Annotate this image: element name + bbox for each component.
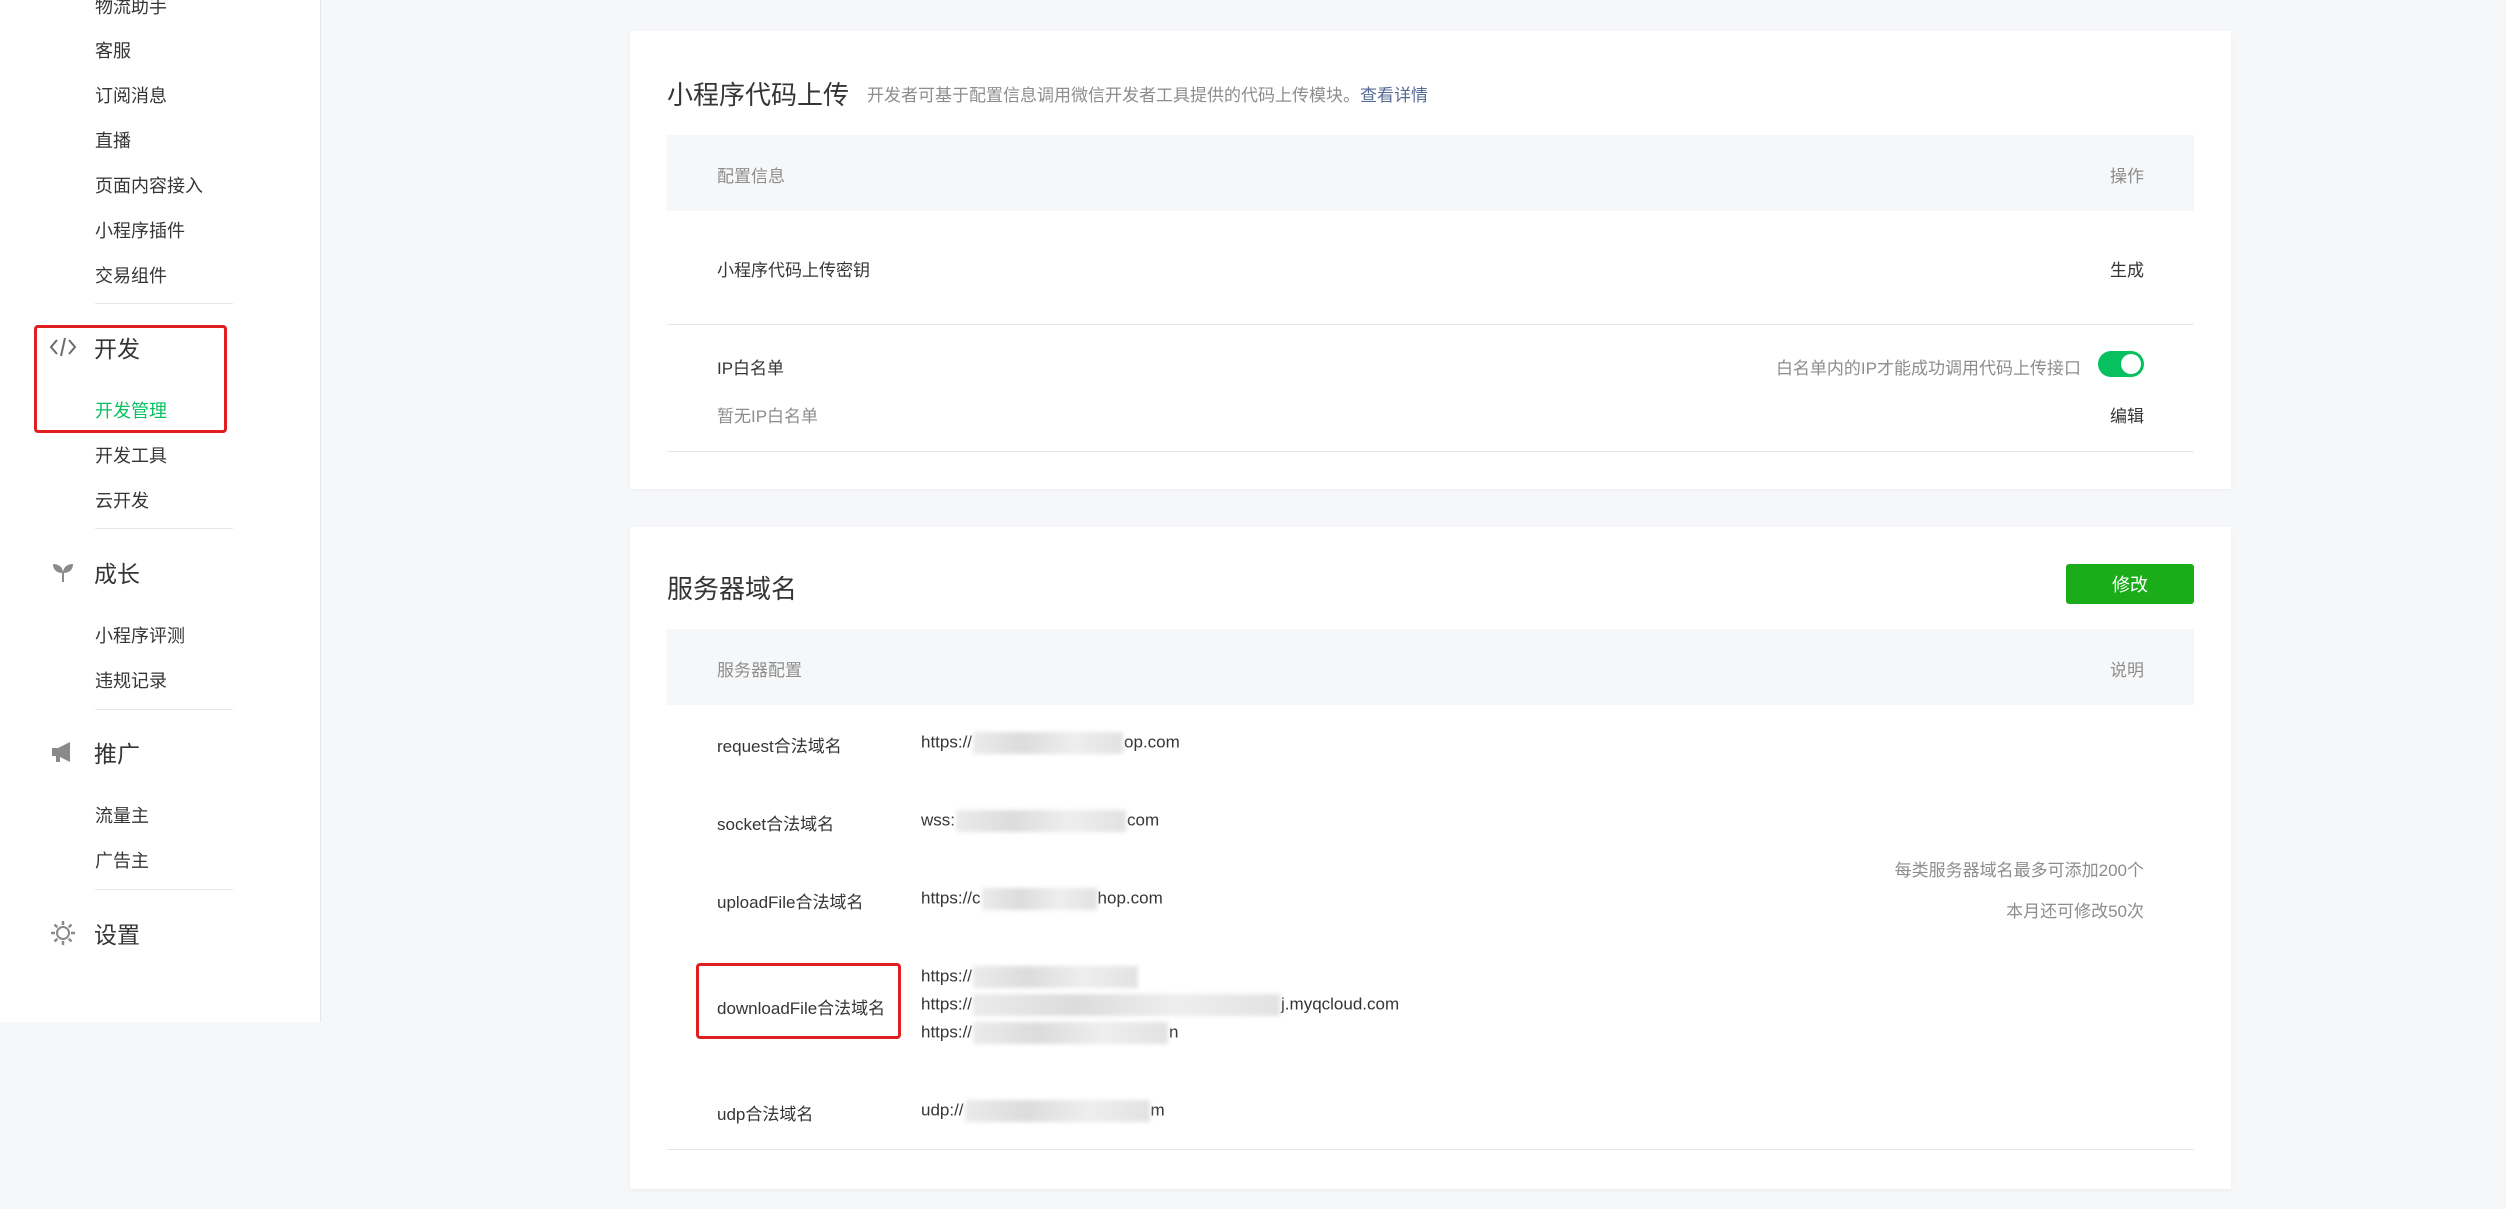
redacted-blur	[973, 994, 1281, 1016]
domain-prefix: https://	[921, 1022, 973, 1042]
monthly-modify-note: 本月还可修改50次	[2006, 902, 2144, 921]
sidebar: 物流助手 客服 订阅消息 直播 页面内容接入 小程序插件 交易组件 开发 开发管…	[0, 0, 321, 1022]
sidebar-item-advertiser[interactable]: 广告主	[95, 847, 149, 873]
table-header: 服务器配置 说明	[667, 629, 2194, 705]
domain-type-label: downloadFile合法域名	[717, 999, 886, 1018]
modify-button[interactable]: 修改	[2066, 564, 2194, 604]
redacted-blur	[981, 888, 1097, 910]
sidebar-item-logistics[interactable]: 物流助手	[95, 0, 167, 19]
domain-value: https:// n	[921, 1022, 1179, 1044]
toggle-knob	[2121, 354, 2141, 374]
domain-value: wss: com	[921, 810, 1159, 832]
column-header-config: 配置信息	[717, 167, 785, 186]
sidebar-group-settings[interactable]: 设置	[48, 918, 140, 948]
ip-whitelist-hint: 白名单内的IP才能成功调用代码上传接口	[1775, 359, 2081, 378]
sidebar-group-label: 成长	[94, 561, 140, 587]
domain-value: https:// op.com	[921, 732, 1180, 754]
row-divider	[667, 324, 2194, 325]
sidebar-item-customer-service[interactable]: 客服	[95, 37, 131, 63]
domain-suffix: j.myqcloud.com	[1281, 994, 1400, 1014]
sidebar-item-live[interactable]: 直播	[95, 127, 131, 153]
domain-prefix: https://	[921, 994, 973, 1014]
domain-suffix: op.com	[1124, 732, 1180, 752]
sprout-icon	[48, 557, 78, 587]
sidebar-item-plugins[interactable]: 小程序插件	[95, 217, 185, 243]
sidebar-group-dev[interactable]: 开发	[48, 332, 140, 362]
domain-value: https:// j.myqcloud.com	[921, 994, 1399, 1016]
sidebar-item-dev-management[interactable]: 开发管理	[95, 397, 167, 423]
sidebar-divider	[95, 709, 233, 710]
redacted-blur	[973, 732, 1124, 754]
sidebar-item-traffic-owner[interactable]: 流量主	[95, 802, 149, 828]
domain-value: udp:// m	[921, 1100, 1165, 1122]
domain-prefix: udp://	[921, 1100, 964, 1120]
code-upload-card: 小程序代码上传 开发者可基于配置信息调用微信开发者工具提供的代码上传模块。查看详…	[630, 31, 2231, 489]
sidebar-item-evaluation[interactable]: 小程序评测	[95, 622, 185, 648]
domain-suffix: com	[1127, 810, 1160, 830]
card-description-text: 开发者可基于配置信息调用微信开发者工具提供的代码上传模块。	[867, 86, 1360, 105]
ip-whitelist-toggle[interactable]	[2098, 351, 2144, 377]
code-icon	[48, 332, 78, 362]
domain-suffix: hop.com	[1097, 888, 1163, 908]
redacted-blur	[956, 810, 1126, 832]
domain-prefix: wss:	[921, 810, 955, 830]
domain-prefix: https://c	[921, 888, 981, 908]
edit-whitelist-link[interactable]: 编辑	[2110, 402, 2144, 427]
sidebar-group-label: 推广	[94, 741, 140, 767]
domain-prefix: https://	[921, 732, 973, 752]
sidebar-divider	[95, 528, 233, 529]
domain-limit-note: 每类服务器域名最多可添加200个	[1894, 861, 2144, 880]
sidebar-group-growth[interactable]: 成长	[48, 557, 140, 587]
sidebar-item-dev-tools[interactable]: 开发工具	[95, 442, 167, 468]
row-divider	[667, 1149, 2194, 1150]
domain-suffix: m	[1150, 1100, 1165, 1120]
domain-suffix: n	[1169, 1022, 1179, 1042]
domain-type-label: request合法域名	[717, 737, 842, 756]
sidebar-item-cloud-dev[interactable]: 云开发	[95, 487, 149, 513]
sidebar-divider	[95, 303, 233, 304]
sidebar-item-subscribe-message[interactable]: 订阅消息	[95, 82, 167, 108]
sidebar-group-label: 开发	[94, 336, 140, 362]
domain-type-label: udp合法域名	[717, 1105, 814, 1124]
sidebar-item-violations[interactable]: 违规记录	[95, 667, 167, 693]
sidebar-divider	[95, 889, 233, 890]
card-title: 服务器域名	[667, 574, 798, 604]
domain-type-label: uploadFile合法域名	[717, 893, 864, 912]
row-divider	[667, 451, 2194, 452]
card-description: 开发者可基于配置信息调用微信开发者工具提供的代码上传模块。查看详情	[867, 81, 1428, 106]
ip-whitelist-label: IP白名单	[717, 359, 785, 378]
sidebar-group-promotion[interactable]: 推广	[48, 737, 140, 767]
view-details-link[interactable]: 查看详情	[1360, 86, 1428, 105]
table-header: 配置信息 操作	[667, 135, 2194, 211]
column-header-action: 操作	[2110, 167, 2144, 186]
domain-type-label: socket合法域名	[717, 815, 835, 834]
redacted-blur	[973, 1022, 1169, 1044]
redacted-blur	[964, 1100, 1150, 1122]
card-title: 小程序代码上传	[667, 80, 850, 110]
sidebar-item-trade-component[interactable]: 交易组件	[95, 262, 167, 288]
domain-value: https://c hop.com	[921, 888, 1163, 910]
megaphone-icon	[48, 737, 78, 767]
upload-key-label: 小程序代码上传密钥	[717, 261, 870, 280]
domain-prefix: https://	[921, 966, 973, 986]
domain-value: https://	[921, 966, 1139, 988]
ip-whitelist-empty: 暂无IP白名单	[717, 407, 819, 426]
gear-icon	[48, 918, 78, 948]
redacted-blur	[973, 966, 1139, 988]
column-header-server-config: 服务器配置	[717, 661, 802, 680]
server-domain-card: 服务器域名 修改 服务器配置 说明 request合法域名 https:// op…	[630, 527, 2231, 1189]
sidebar-group-label: 设置	[94, 922, 140, 948]
generate-key-link[interactable]: 生成	[2110, 256, 2144, 281]
column-header-note: 说明	[2110, 661, 2144, 680]
sidebar-item-page-content[interactable]: 页面内容接入	[95, 172, 203, 198]
